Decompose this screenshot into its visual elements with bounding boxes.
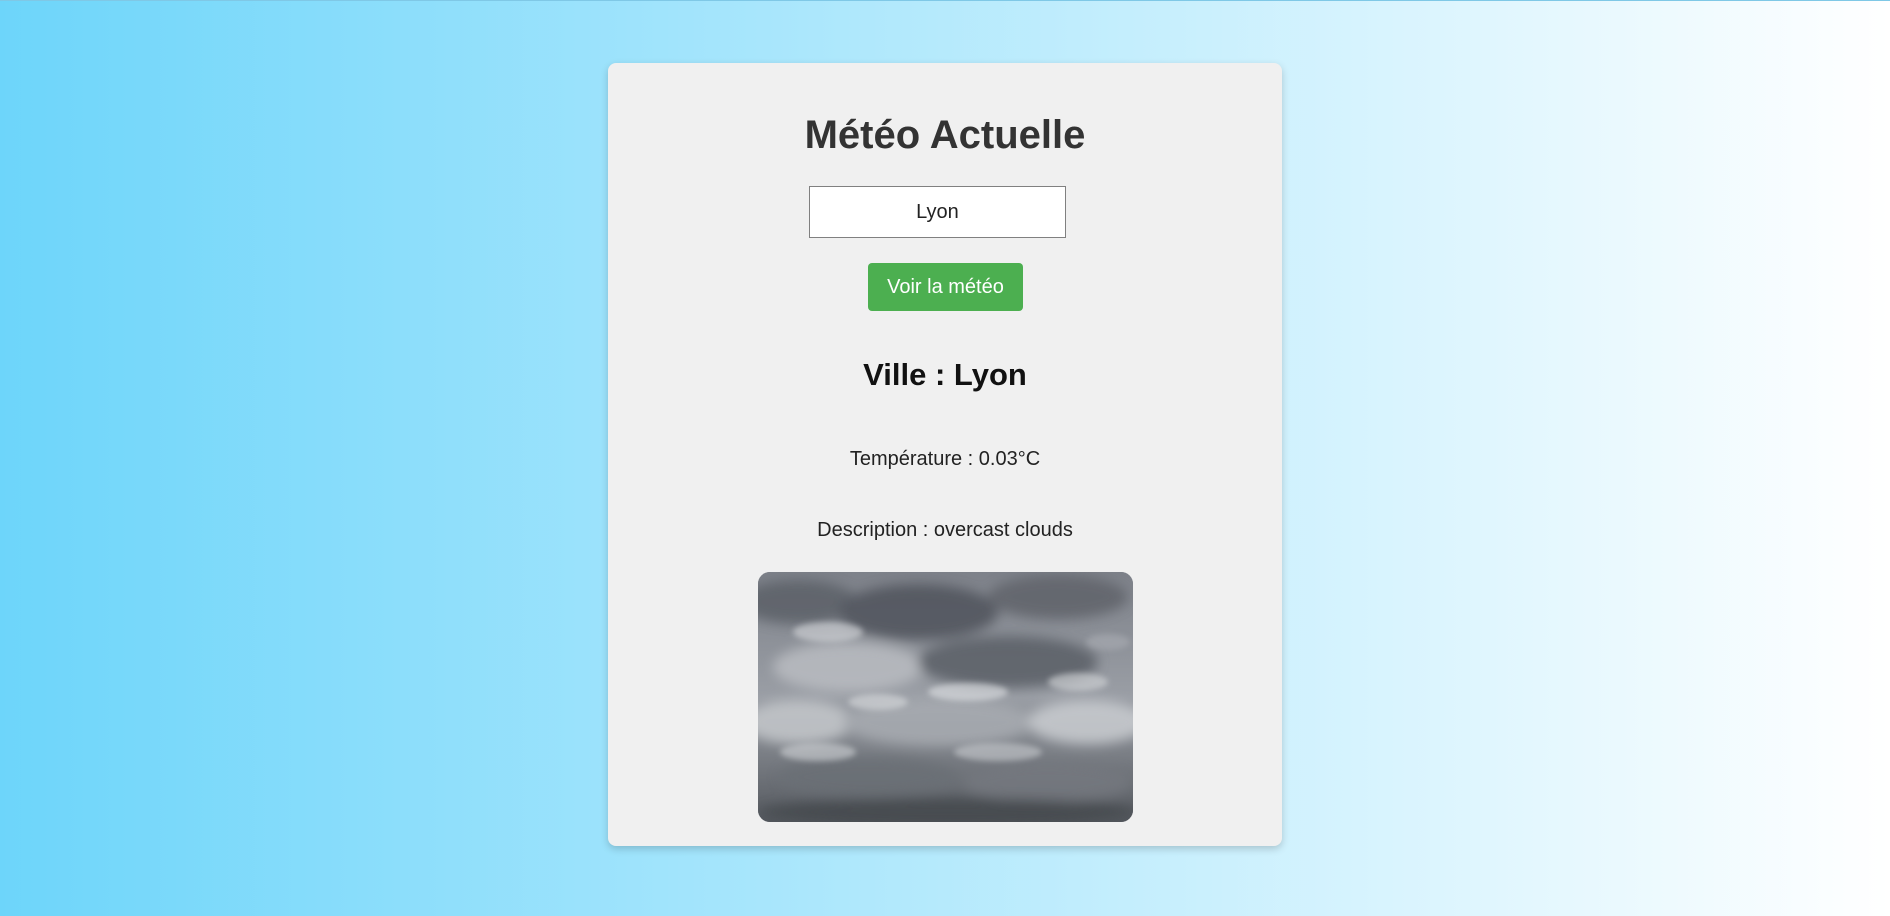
description-line: Description : overcast clouds xyxy=(608,517,1282,543)
weather-card: Météo Actuelle Voir la météo Ville : Lyo… xyxy=(608,63,1282,846)
city-prefix: Ville : xyxy=(863,357,954,392)
show-weather-button[interactable]: Voir la météo xyxy=(868,263,1023,311)
page-title: Météo Actuelle xyxy=(804,113,1086,157)
top-border xyxy=(0,0,1890,1)
temperature-line: Température : 0.03°C xyxy=(608,446,1282,472)
city-input[interactable] xyxy=(809,186,1066,238)
temperature-label: Température : xyxy=(849,448,979,470)
overcast-clouds-image xyxy=(758,572,1133,822)
city-heading: Ville : Lyon xyxy=(608,355,1282,395)
temperature-value: 0.03°C xyxy=(978,448,1041,470)
weather-image xyxy=(758,572,1133,822)
description-label: Description : xyxy=(817,519,934,541)
description-value: overcast clouds xyxy=(933,519,1073,541)
city-value: Lyon xyxy=(953,357,1027,392)
